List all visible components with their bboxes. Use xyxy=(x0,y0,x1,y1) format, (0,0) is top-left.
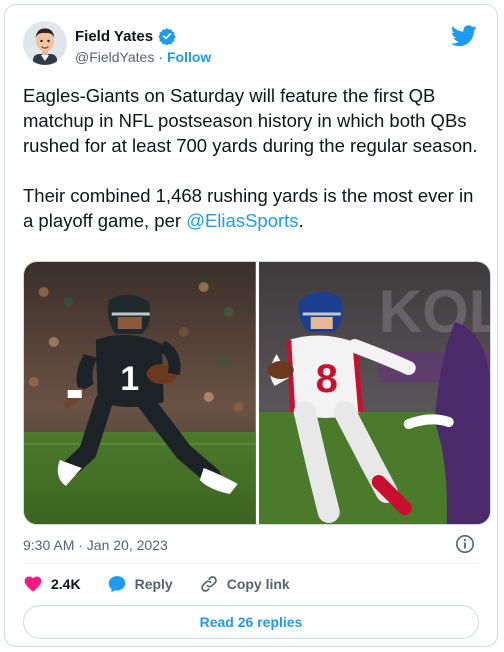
tweet-paragraph-2: Their combined 1,468 rushing yards is th… xyxy=(23,183,485,233)
avatar[interactable] xyxy=(23,21,67,65)
reply-bubble-icon xyxy=(108,576,125,593)
action-bar: 2.4K Reply Copy link xyxy=(23,574,316,594)
read-replies-button[interactable]: Read 26 replies xyxy=(23,605,479,639)
tweet-text: Eagles-Giants on Saturday will feature t… xyxy=(23,83,485,258)
author-handle[interactable]: @FieldYates xyxy=(75,49,154,65)
timestamp[interactable]: 9:30 AM · Jan 20, 2023 xyxy=(23,537,168,553)
copy-link-label: Copy link xyxy=(226,576,290,592)
link-icon xyxy=(200,576,217,592)
left-jersey-number: 1 xyxy=(120,360,139,398)
mention-link[interactable]: @EliasSports xyxy=(186,210,298,231)
info-icon[interactable] xyxy=(455,534,475,554)
right-jersey-number: 8 xyxy=(315,357,337,401)
heart-icon xyxy=(24,576,42,592)
copy-link-button[interactable]: Copy link xyxy=(199,574,290,594)
twitter-bird-icon[interactable] xyxy=(451,25,477,47)
author-name[interactable]: Field Yates xyxy=(75,28,153,45)
like-count: 2.4K xyxy=(51,576,81,592)
divider xyxy=(23,563,479,564)
tweet-paragraph-1: Eagles-Giants on Saturday will feature t… xyxy=(23,85,478,156)
separator-dot: · xyxy=(158,49,163,65)
author-name-row: Field Yates xyxy=(75,27,176,46)
reply-button[interactable]: Reply xyxy=(107,574,173,594)
reply-label: Reply xyxy=(134,576,173,592)
like-button[interactable]: 2.4K xyxy=(23,574,81,594)
photo-right-giants-qb[interactable]: KOL 8 xyxy=(258,262,490,524)
verified-badge-icon xyxy=(158,27,176,46)
media-grid: 1 KOL xyxy=(23,261,491,525)
follow-button[interactable]: Follow xyxy=(167,49,211,65)
tweet-card: Field Yates @FieldYates · Follow Eagles-… xyxy=(4,4,498,647)
handle-row: @FieldYates · Follow xyxy=(75,49,211,65)
tweet-paragraph-2-suffix: . xyxy=(298,210,304,231)
photo-left-eagles-qb[interactable]: 1 xyxy=(24,262,256,524)
